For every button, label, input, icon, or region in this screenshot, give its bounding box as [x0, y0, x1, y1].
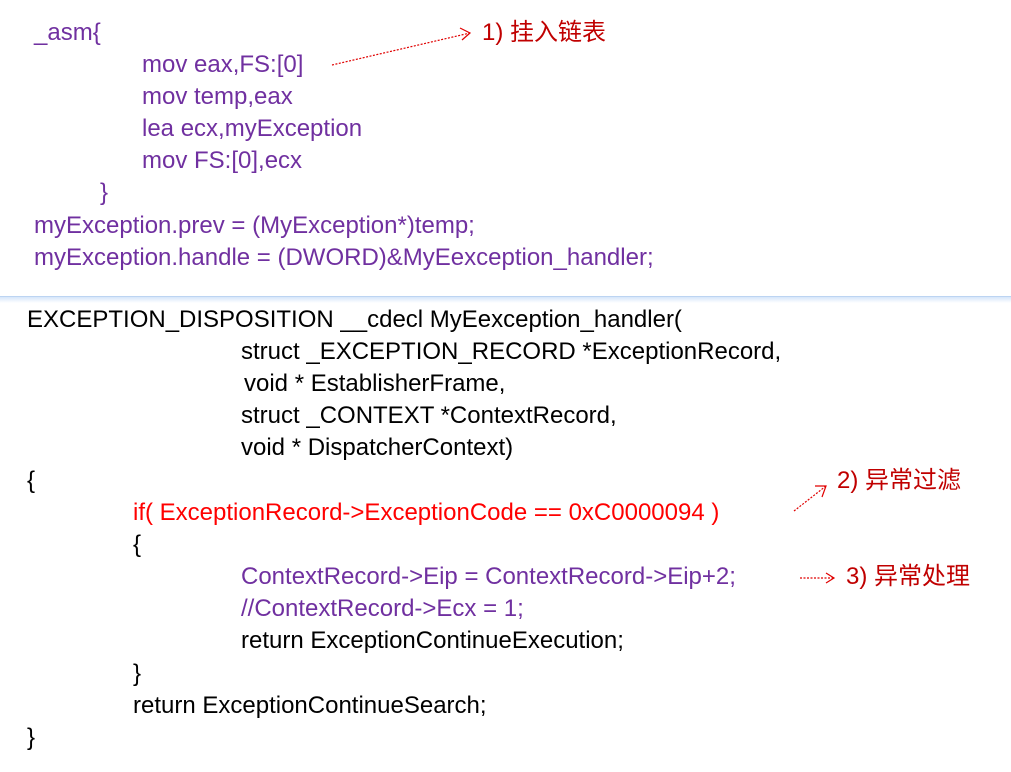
arrow-2-icon: [793, 485, 827, 512]
slide: _asm{ mov eax,FS:[0] mov temp,eax lea ec…: [0, 0, 1011, 772]
arrows: [331, 27, 836, 584]
arrow-1-icon: [331, 32, 471, 66]
